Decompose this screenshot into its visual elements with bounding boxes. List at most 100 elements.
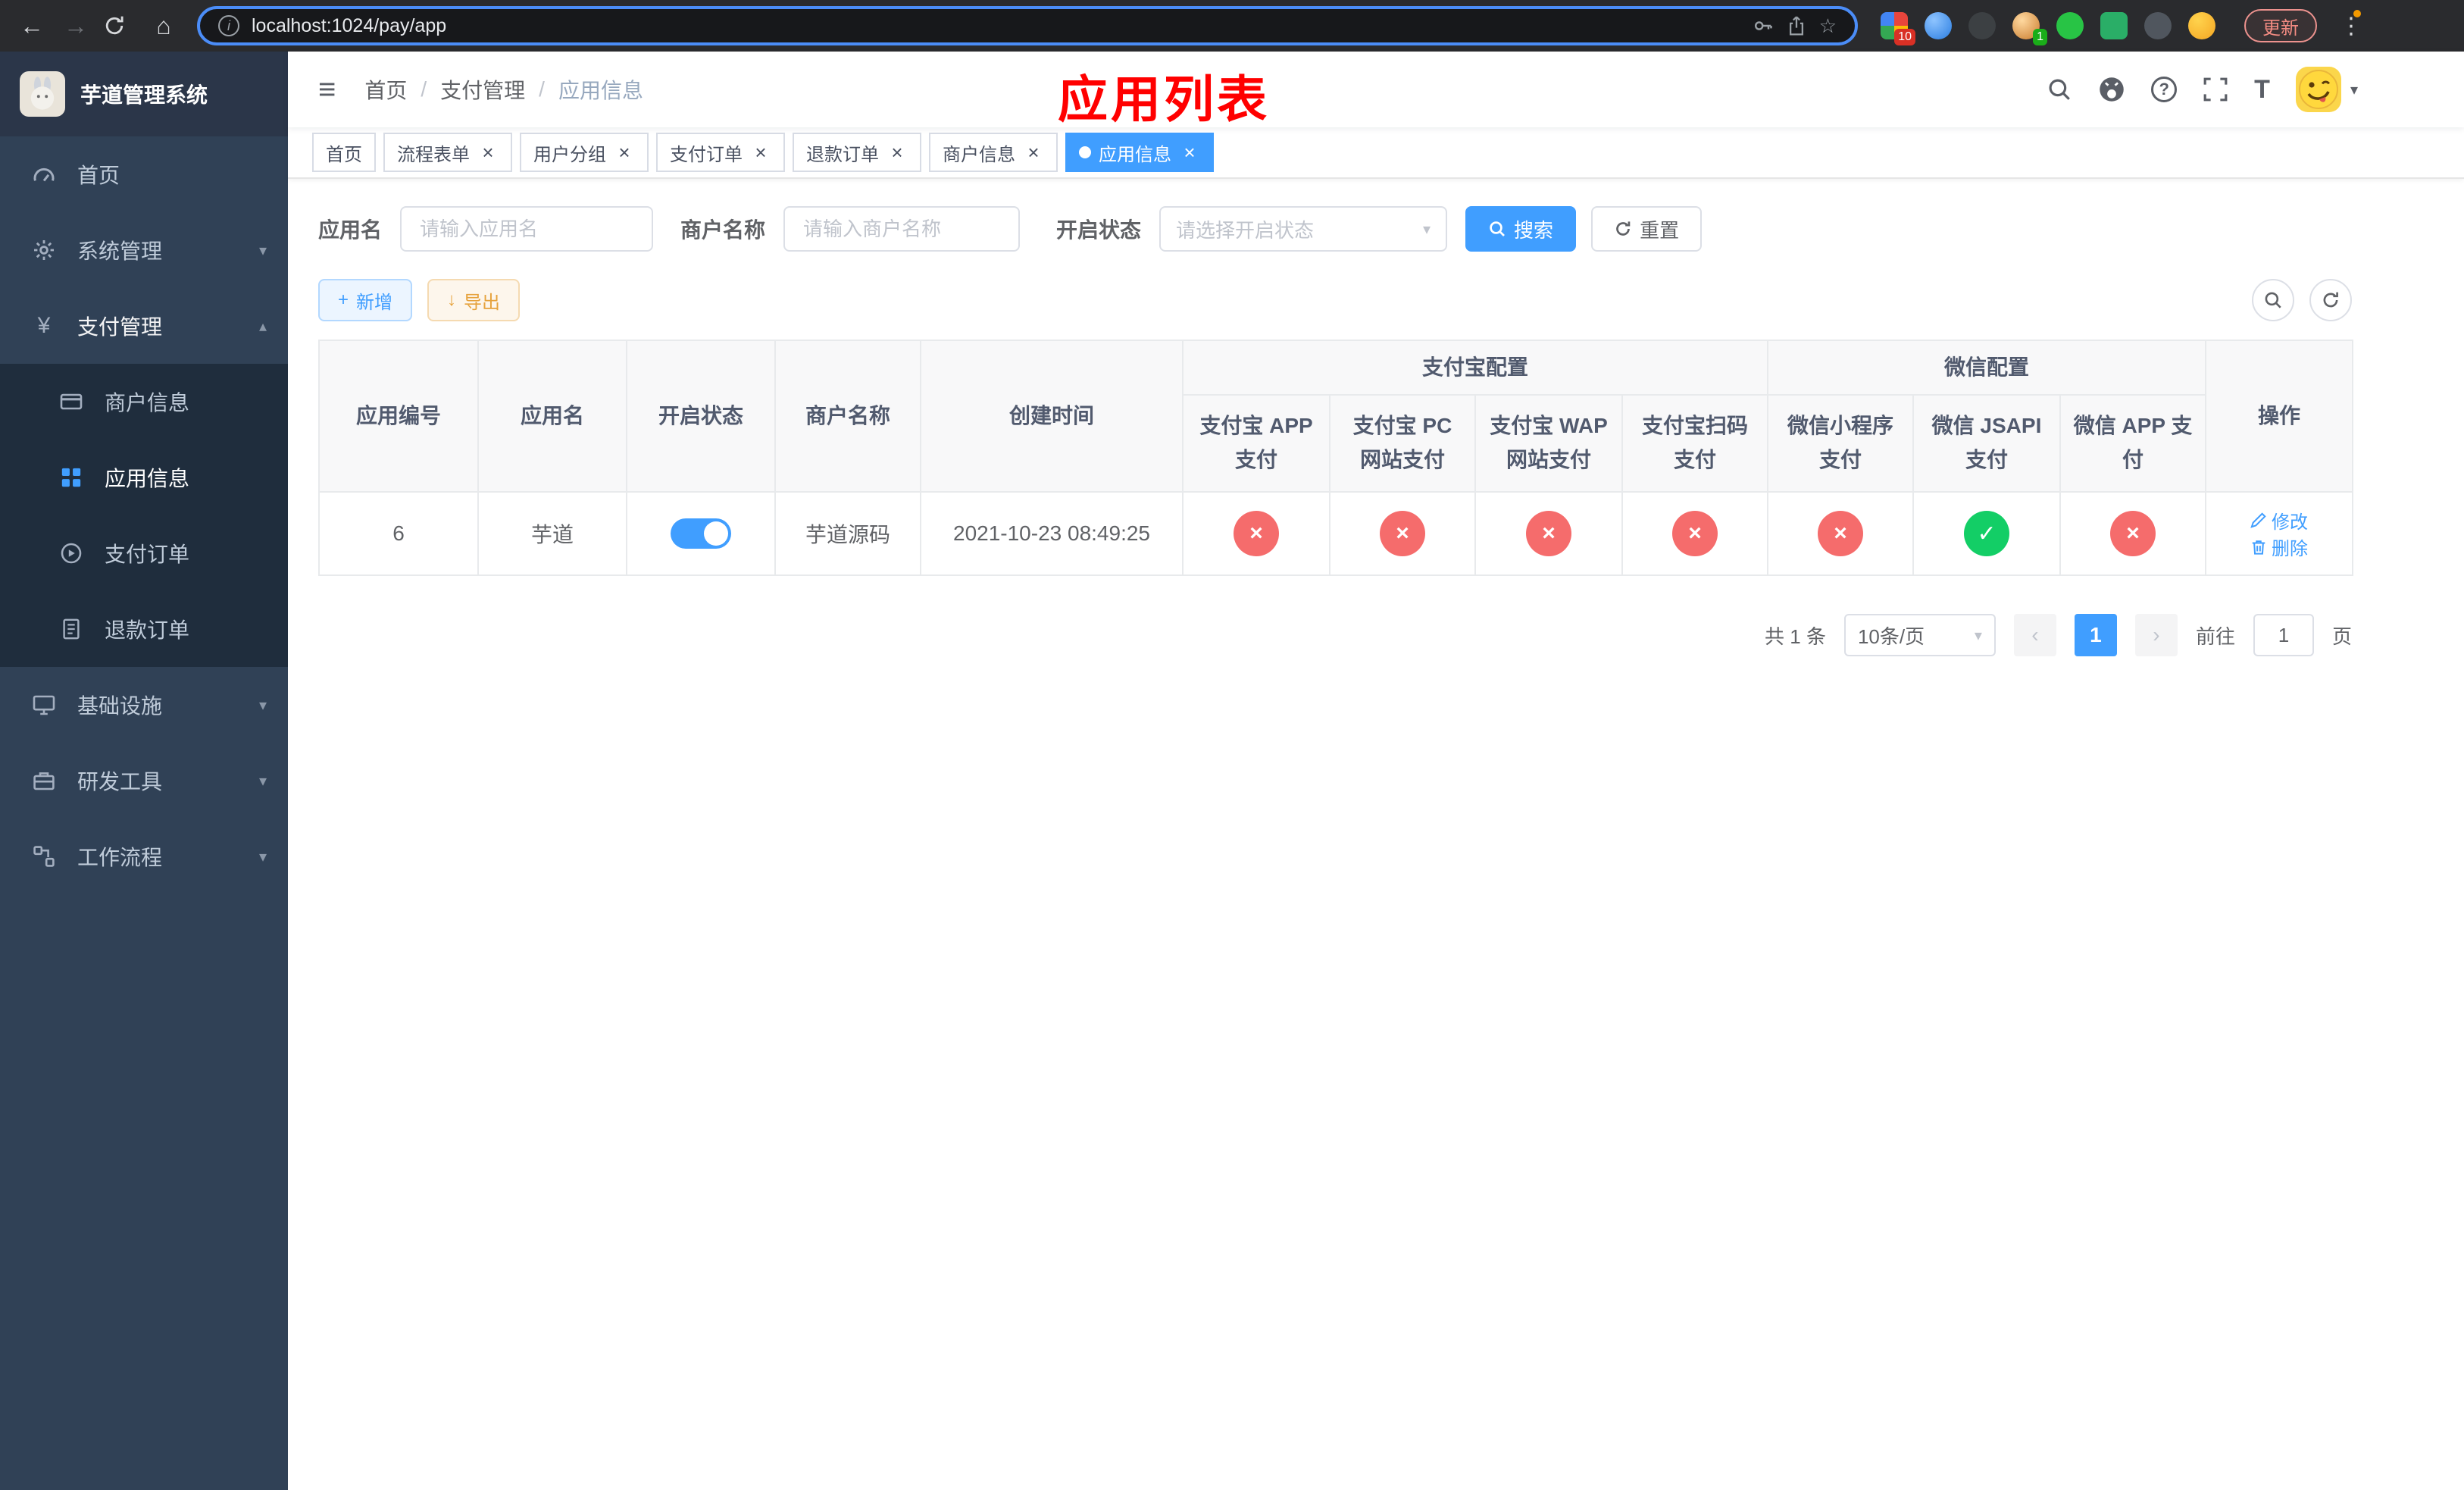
tab-merchant-info[interactable]: 商户信息 ×: [929, 133, 1058, 172]
edit-button[interactable]: 修改: [2250, 507, 2308, 534]
extension-icon-drop[interactable]: [1925, 12, 1952, 39]
extension-icon-avatar[interactable]: 1: [2012, 12, 2047, 45]
tab-pay-orders[interactable]: 支付订单 ×: [656, 133, 785, 172]
bank-card-icon: [58, 390, 85, 414]
status-select[interactable]: 请选择开启状态 ▾: [1159, 206, 1448, 252]
close-icon[interactable]: ×: [886, 142, 908, 162]
sidebar-item-label: 商户信息: [105, 391, 190, 415]
sidebar-item-system[interactable]: 系统管理 ▾: [0, 212, 288, 288]
extensions-area: 10 1: [1881, 12, 2215, 45]
tab-refund-orders[interactable]: 退款订单 ×: [793, 133, 921, 172]
help-icon[interactable]: ?: [2151, 77, 2178, 102]
app-name-input[interactable]: [400, 206, 654, 252]
sidebar-item-label: 应用信息: [105, 467, 190, 490]
export-button[interactable]: ↓ 导出: [427, 279, 521, 321]
page-size-select[interactable]: 10条/页 ▾: [1843, 614, 1996, 656]
pagination-jump-prefix: 前往: [2195, 624, 2235, 648]
user-avatar: [2295, 67, 2341, 112]
breadcrumb: 首页 / 支付管理 / 应用信息: [364, 74, 643, 105]
browser-home-button[interactable]: ⌂: [147, 14, 180, 38]
breadcrumb-payment[interactable]: 支付管理: [440, 74, 525, 105]
config-status-icon: ×: [1526, 511, 1571, 556]
tab-home[interactable]: 首页: [312, 133, 376, 172]
col-actions: 操作: [2205, 340, 2354, 493]
tab-user-group[interactable]: 用户分组 ×: [520, 133, 649, 172]
reset-button[interactable]: 重置: [1591, 206, 1703, 252]
extension-icon-dark[interactable]: [1968, 12, 1996, 39]
merchant-name-input[interactable]: [783, 206, 1021, 252]
refresh-icon: [2323, 292, 2338, 308]
search-button[interactable]: 搜索: [1465, 206, 1577, 252]
font-size-icon[interactable]: T: [2254, 75, 2270, 105]
fullscreen-icon[interactable]: [2203, 77, 2228, 102]
sidebar-item-infrastructure[interactable]: 基础设施 ▾: [0, 667, 288, 743]
breadcrumb-separator: /: [421, 77, 427, 101]
url-text[interactable]: localhost:1024/pay/app: [252, 15, 1740, 37]
pagination-prev-button[interactable]: ‹: [2013, 614, 2056, 656]
page-jump-input[interactable]: [2253, 614, 2314, 656]
close-icon[interactable]: ×: [477, 142, 499, 162]
search-icon[interactable]: [2047, 77, 2072, 102]
close-icon[interactable]: ×: [750, 142, 771, 162]
close-icon[interactable]: ×: [1023, 142, 1044, 162]
browser-menu-icon[interactable]: ⋮: [2340, 9, 2362, 39]
pagination-page-1[interactable]: 1: [2074, 614, 2117, 656]
pagination-next-button[interactable]: ›: [2134, 614, 2178, 656]
address-bar[interactable]: i localhost:1024/pay/app ☆: [197, 6, 1858, 45]
edit-button-label: 修改: [2272, 512, 2309, 533]
sidebar-item-app-info[interactable]: 应用信息: [0, 440, 288, 515]
payment-submenu: 商户信息 应用信息 支付订单 退款订单: [0, 364, 288, 667]
toggle-search-button[interactable]: [2252, 279, 2294, 321]
close-icon[interactable]: ×: [614, 142, 635, 162]
workflow-icon: [30, 844, 58, 869]
sidebar-item-pay-orders[interactable]: 支付订单: [0, 515, 288, 591]
sidebar-item-home[interactable]: 首页: [0, 136, 288, 212]
sidebar-item-payment[interactable]: ¥ 支付管理 ▴: [0, 288, 288, 364]
config-status-icon: ×: [2110, 511, 2156, 556]
refresh-table-button[interactable]: [2309, 279, 2352, 321]
grid-icon: [58, 466, 85, 489]
extension-icon-chat[interactable]: [2100, 12, 2128, 39]
extension-icon-grid[interactable]: 10: [1881, 12, 1915, 45]
password-key-icon[interactable]: [1753, 15, 1774, 36]
sidebar-item-merchant-info[interactable]: 商户信息: [0, 364, 288, 440]
screen: ← → ⌂ i localhost:1024/pay/app ☆ 10 1 更新…: [0, 0, 2464, 1490]
browser-back-button[interactable]: ←: [15, 14, 48, 38]
cell-merchant: 芋道源码: [774, 491, 921, 576]
close-icon[interactable]: ×: [1179, 142, 1200, 162]
cell-alipay-app: ×: [1182, 491, 1330, 576]
extension-icon-pin[interactable]: [2144, 12, 2172, 39]
sidebar-item-label: 支付管理: [77, 315, 163, 339]
select-placeholder: 请选择开启状态: [1176, 218, 1315, 242]
delete-button[interactable]: 删除: [2250, 534, 2308, 560]
chevron-down-icon: ▾: [1974, 627, 1982, 644]
breadcrumb-home[interactable]: 首页: [364, 74, 407, 105]
chevron-up-icon: ▴: [258, 318, 267, 335]
user-menu[interactable]: ▾: [2295, 67, 2358, 112]
status-toggle[interactable]: [671, 518, 731, 549]
tab-app-info[interactable]: 应用信息 ×: [1065, 133, 1214, 172]
breadcrumb-separator: /: [539, 77, 545, 101]
share-icon[interactable]: [1786, 15, 1807, 36]
sidebar-collapse-icon[interactable]: ≡: [311, 73, 343, 107]
browser-update-button[interactable]: 更新: [2244, 9, 2317, 42]
extension-icon-green-check[interactable]: [2056, 12, 2084, 39]
add-button[interactable]: + 新增: [318, 279, 413, 321]
gear-icon: [30, 238, 58, 262]
sidebar-item-refund-orders[interactable]: 退款订单: [0, 591, 288, 667]
bookmark-star-icon[interactable]: ☆: [1819, 14, 1837, 38]
github-icon[interactable]: [2098, 76, 2125, 103]
browser-reload-button[interactable]: [103, 14, 136, 37]
site-info-icon[interactable]: i: [218, 15, 239, 36]
tab-label: 退款订单: [806, 144, 879, 165]
config-status-icon: ×: [1672, 511, 1718, 556]
extension-icon-emoji[interactable]: [2188, 12, 2215, 39]
sidebar-item-workflow[interactable]: 工作流程 ▾: [0, 819, 288, 894]
sidebar-item-dev-tools[interactable]: 研发工具 ▾: [0, 743, 288, 819]
tab-process-form[interactable]: 流程表单 ×: [383, 133, 512, 172]
col-alipay-pc: 支付宝 PC 网站支付: [1329, 394, 1476, 493]
dots-glyph: ⋮: [2340, 13, 2362, 39]
yen-icon: ¥: [37, 313, 51, 338]
config-status-icon: ×: [1818, 511, 1864, 556]
browser-forward-button[interactable]: →: [59, 14, 92, 38]
